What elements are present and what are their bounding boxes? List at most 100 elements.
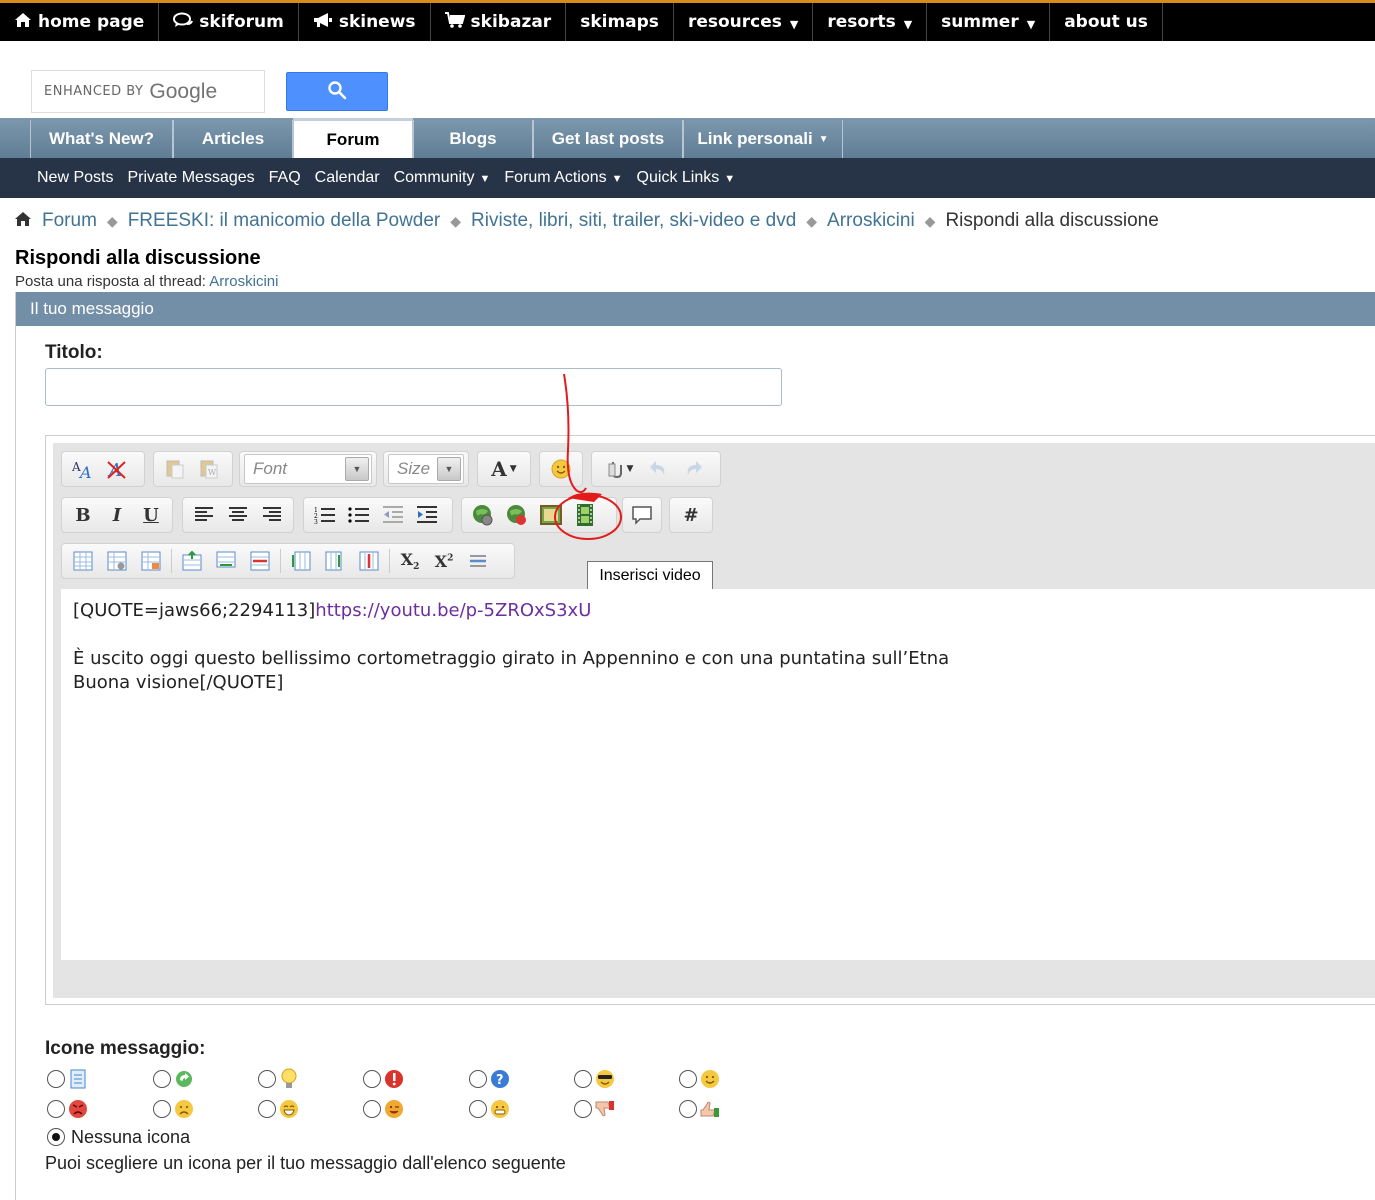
- insert-column-after-icon[interactable]: [318, 546, 352, 576]
- topnav-resorts[interactable]: resorts ▼: [813, 3, 928, 41]
- subnav-calendar[interactable]: Calendar: [315, 169, 380, 187]
- radio-button[interactable]: [153, 1070, 171, 1088]
- radio-button[interactable]: [153, 1100, 171, 1118]
- icon-option-arrow[interactable]: [153, 1068, 195, 1090]
- align-center-icon[interactable]: [221, 500, 255, 530]
- subscript-icon[interactable]: X2: [393, 546, 427, 576]
- icon-option-sad[interactable]: [153, 1098, 195, 1120]
- icon-option-document[interactable]: [47, 1068, 89, 1090]
- font-dropdown[interactable]: Font ▼: [244, 454, 372, 484]
- redo-icon[interactable]: [676, 454, 710, 484]
- text-format-icon[interactable]: AA: [66, 454, 100, 484]
- insert-link-icon[interactable]: [466, 500, 500, 530]
- radio-button-selected[interactable]: [47, 1128, 65, 1146]
- icon-option-lightbulb[interactable]: [258, 1068, 300, 1090]
- ordered-list-icon[interactable]: 123: [308, 500, 342, 530]
- tab-forum[interactable]: Forum: [293, 118, 413, 158]
- delete-row-icon[interactable]: [243, 546, 277, 576]
- topnav-skibazar[interactable]: skibazar: [431, 3, 567, 41]
- attachment-icon[interactable]: ▼: [596, 454, 642, 484]
- radio-button[interactable]: [47, 1100, 65, 1118]
- align-left-icon[interactable]: [187, 500, 221, 530]
- italic-icon[interactable]: I: [100, 500, 134, 530]
- quote-bubble-icon[interactable]: [627, 500, 657, 530]
- radio-button[interactable]: [679, 1070, 697, 1088]
- icon-option-cool[interactable]: [574, 1068, 616, 1090]
- tab-link-personali[interactable]: Link personali ▼: [683, 120, 843, 158]
- subnav-private-messages[interactable]: Private Messages: [127, 169, 254, 187]
- subnav-faq[interactable]: FAQ: [269, 169, 301, 187]
- remove-link-icon[interactable]: [500, 500, 534, 530]
- subnav-community[interactable]: Community ▼: [394, 169, 491, 187]
- tab-blogs[interactable]: Blogs: [413, 120, 533, 158]
- table-delete-icon[interactable]: [134, 546, 168, 576]
- home-icon[interactable]: [14, 211, 32, 232]
- remove-format-icon[interactable]: A: [100, 454, 134, 484]
- icon-option-laugh[interactable]: [258, 1098, 300, 1120]
- icon-option-wink[interactable]: [363, 1098, 405, 1120]
- icon-option-angry[interactable]: [47, 1098, 89, 1120]
- icon-option-none[interactable]: [47, 1128, 65, 1146]
- underline-icon[interactable]: U: [134, 500, 168, 530]
- thread-link[interactable]: Arroskicini: [209, 273, 278, 290]
- topnav-summer[interactable]: summer ▼: [927, 3, 1051, 41]
- radio-button[interactable]: [258, 1070, 276, 1088]
- topnav-skinews[interactable]: skinews: [299, 3, 431, 41]
- align-right-icon[interactable]: [255, 500, 289, 530]
- smiley-icon[interactable]: [544, 454, 578, 484]
- radio-button[interactable]: [363, 1100, 381, 1118]
- breadcrumb-riviste[interactable]: Riviste, libri, siti, trailer, ski-video…: [471, 210, 796, 232]
- icon-option-grin[interactable]: [469, 1098, 511, 1120]
- topnav-home-page[interactable]: home page: [0, 3, 160, 41]
- radio-button[interactable]: [469, 1070, 487, 1088]
- youtube-link[interactable]: https://youtu.be/p-5ZROxS3xU: [315, 600, 591, 621]
- tab-articles[interactable]: Articles: [173, 120, 293, 158]
- radio-button[interactable]: [574, 1070, 592, 1088]
- search-button[interactable]: [286, 72, 388, 111]
- tab-whats-new[interactable]: What's New?: [30, 120, 173, 158]
- superscript-icon[interactable]: X2: [427, 546, 461, 576]
- indent-icon[interactable]: [410, 500, 444, 530]
- topnav-resources[interactable]: resources ▼: [674, 3, 814, 41]
- unordered-list-icon[interactable]: [342, 500, 376, 530]
- insert-video-icon[interactable]: [568, 500, 602, 530]
- message-textarea[interactable]: [QUOTE=jaws66;2294113]https://youtu.be/p…: [61, 589, 1375, 960]
- icon-option-thumbs-up[interactable]: [679, 1098, 721, 1120]
- font-color-icon[interactable]: A ▼: [482, 454, 526, 484]
- insert-column-before-icon[interactable]: [284, 546, 318, 576]
- icon-option-thumbs-down[interactable]: [574, 1098, 616, 1120]
- bold-icon[interactable]: B: [66, 500, 100, 530]
- subnav-new-posts[interactable]: New Posts: [37, 169, 113, 187]
- title-input[interactable]: [45, 368, 782, 406]
- table-properties-icon[interactable]: [100, 546, 134, 576]
- topnav-skiforum[interactable]: skiforum: [159, 3, 299, 41]
- radio-button[interactable]: [469, 1100, 487, 1118]
- search-input[interactable]: ENHANCED BY Google: [31, 70, 265, 113]
- breadcrumb-forum[interactable]: Forum: [42, 210, 97, 232]
- tab-get-last-posts[interactable]: Get last posts: [533, 120, 683, 158]
- icon-option-exclamation[interactable]: [363, 1068, 405, 1090]
- radio-button[interactable]: [679, 1100, 697, 1118]
- insert-row-before-icon[interactable]: [175, 546, 209, 576]
- breadcrumb-arroskicini[interactable]: Arroskicini: [827, 210, 915, 232]
- breadcrumb-freeski[interactable]: FREESKI: il manicomio della Powder: [128, 210, 441, 232]
- insert-row-after-icon[interactable]: [209, 546, 243, 576]
- size-dropdown[interactable]: Size ▼: [388, 454, 464, 484]
- paste-word-icon[interactable]: W: [192, 454, 226, 484]
- undo-icon[interactable]: [642, 454, 676, 484]
- insert-image-icon[interactable]: [534, 500, 568, 530]
- icon-option-smile[interactable]: [679, 1068, 721, 1090]
- paste-text-icon[interactable]: [158, 454, 192, 484]
- table-icon[interactable]: [66, 546, 100, 576]
- outdent-icon[interactable]: [376, 500, 410, 530]
- delete-column-icon[interactable]: [352, 546, 386, 576]
- radio-button[interactable]: [363, 1070, 381, 1088]
- radio-button[interactable]: [574, 1100, 592, 1118]
- topnav-about-us[interactable]: about us: [1050, 3, 1163, 41]
- subnav-quick-links[interactable]: Quick Links ▼: [637, 169, 736, 187]
- icon-option-question[interactable]: ?: [469, 1068, 511, 1090]
- hash-icon[interactable]: #: [674, 500, 708, 530]
- radio-button[interactable]: [258, 1100, 276, 1118]
- horizontal-rule-icon[interactable]: [461, 546, 495, 576]
- subnav-forum-actions[interactable]: Forum Actions ▼: [504, 169, 622, 187]
